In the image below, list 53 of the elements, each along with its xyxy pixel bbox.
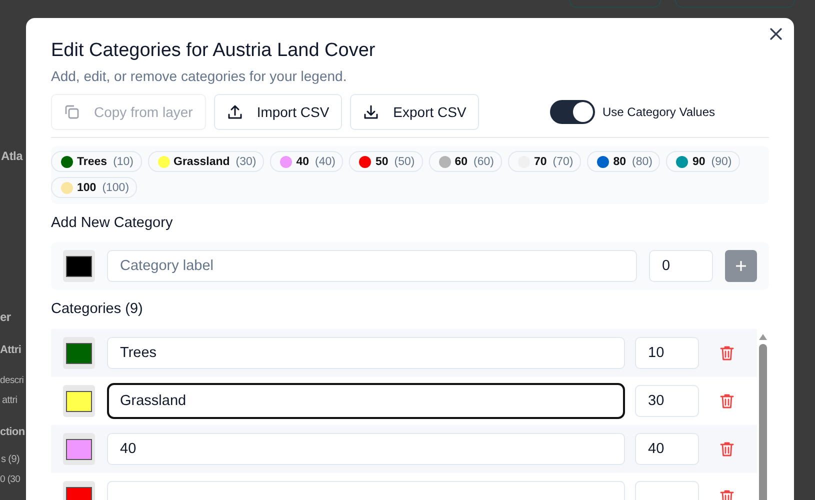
section-heading: Add New Category	[51, 215, 174, 231]
background-text: er	[0, 310, 11, 324]
add-button[interactable]	[725, 250, 757, 282]
color-picker[interactable]	[63, 250, 95, 282]
value-field[interactable]: 30	[635, 385, 699, 417]
category-label-field[interactable]: Category label	[107, 250, 637, 282]
chip-label: 100	[77, 182, 96, 194]
chip-label: 60	[454, 156, 468, 168]
background-text: ction	[0, 426, 25, 438]
category-label-field[interactable]: Trees	[107, 337, 625, 369]
upload-icon	[226, 104, 243, 120]
close-icon[interactable]	[770, 28, 782, 40]
background-text: 0 (30	[0, 474, 20, 485]
dialog-title: Edit Categories for Austria Land Cover	[51, 40, 376, 62]
chip-label: 90	[692, 156, 706, 168]
color-picker[interactable]	[63, 433, 95, 465]
toggle-switch[interactable]	[550, 100, 594, 124]
value-field[interactable]: 0	[649, 250, 713, 282]
chip-label: Grassland	[174, 156, 230, 168]
background-text: Attri	[0, 344, 22, 356]
chip-value: (70)	[552, 156, 574, 168]
chip-label: 70	[534, 156, 547, 168]
color-picker[interactable]	[63, 385, 95, 417]
category-label-field[interactable]: Grassland	[107, 383, 625, 419]
chip-value: (100)	[102, 182, 130, 194]
import-button[interactable]: Import CSV	[214, 94, 342, 130]
chip-label: 80	[613, 156, 626, 168]
background-text: descri	[0, 375, 24, 386]
value-field[interactable]: 40	[635, 433, 699, 465]
chip-label: Trees	[77, 156, 108, 168]
background-text: Atla	[1, 149, 22, 163]
section-heading: Categories (9)	[51, 301, 144, 317]
chip-value: (40)	[315, 156, 336, 168]
chip-value: (80)	[632, 156, 652, 168]
scroll-up-icon[interactable]	[759, 334, 767, 340]
chip-value: (10)	[113, 156, 134, 168]
plus-icon	[735, 260, 747, 272]
toggle-label: Use Category Values	[602, 105, 715, 119]
chip-value: (60)	[474, 156, 494, 168]
copy-icon	[64, 104, 80, 120]
background-text: attri	[2, 395, 18, 406]
dialog-subtitle: Add, edit, or remove categories for your legend.	[51, 68, 348, 84]
export-button[interactable]: Export CSV	[350, 94, 480, 130]
chip-value: (90)	[711, 156, 732, 168]
chip-value: (50)	[394, 156, 415, 168]
value-field[interactable]: 10	[635, 337, 699, 369]
chip-value: (30)	[236, 156, 256, 168]
color-picker[interactable]	[63, 337, 95, 369]
chip-label: 50	[375, 156, 388, 168]
download-icon	[363, 104, 380, 120]
background-text: s (9)	[1, 454, 20, 465]
category-label-field[interactable]: 40	[107, 433, 625, 465]
chip-label: 40	[296, 156, 310, 168]
